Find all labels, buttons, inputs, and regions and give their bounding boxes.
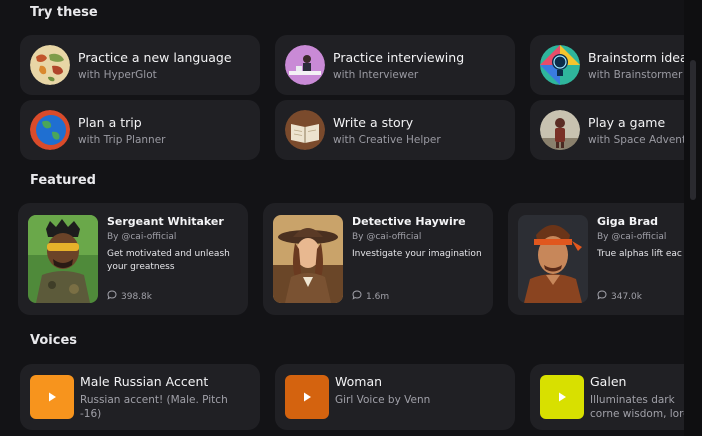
globe-icon [30,110,70,150]
featured-card-detective-haywire[interactable]: Detective Haywire By @cai-official Inves… [263,203,493,315]
chat-bubble-icon [597,290,607,303]
try-card-title: Plan a trip [78,114,142,130]
character-description: Get motivated and unleash your greatness [107,249,230,272]
voice-card-woman[interactable]: Woman Girl Voice by Venn [275,364,515,430]
section-title-voices: Voices [30,333,77,348]
try-these-row-1: Practice a new language with HyperGlot P… [20,35,684,95]
character-avatar [28,215,98,303]
character-description: True alphas lift eac [597,249,682,259]
character-author: By @cai-official [107,232,177,242]
try-card-subtitle: with HyperGlot [78,68,157,81]
interaction-count: 398.8k [107,290,152,303]
lightbulb-icon [540,45,580,85]
voice-title: Woman [335,374,383,389]
try-card-subtitle: with Space Adventure [588,133,684,146]
try-card-subtitle: with Creative Helper [333,133,441,146]
try-card-game[interactable]: Play a game with Space Adventure [530,100,684,160]
interaction-count-value: 347.0k [611,291,642,302]
voice-description: Girl Voice by Venn [335,394,431,406]
featured-card-sergeant-whitaker[interactable]: Sergeant Whitaker By @cai-official Get m… [18,203,248,315]
interaction-count: 347.0k [597,290,642,303]
voice-description: Russian accent! (Male. Pitch -16) [80,394,228,420]
interview-desk-icon [285,45,325,85]
voice-play-button[interactable] [540,375,584,419]
character-name: Giga Brad [597,215,659,228]
play-icon [49,392,56,402]
try-card-title: Practice a new language [78,49,232,65]
try-card-title: Play a game [588,114,666,130]
character-author: By @cai-official [597,232,667,242]
try-card-language[interactable]: Practice a new language with HyperGlot [20,35,260,95]
character-description: Investigate your imagination [352,249,482,259]
voices-row: Male Russian Accent Russian accent! (Mal… [20,364,684,430]
character-name: Detective Haywire [352,215,466,228]
character-name: Sergeant Whitaker [107,215,224,228]
interaction-count-value: 1.6m [366,291,390,302]
section-title-featured: Featured [30,173,96,188]
character-avatar [273,215,343,303]
play-icon [559,392,566,402]
vertical-scrollbar[interactable] [684,0,702,436]
try-card-title: Practice interviewing [333,49,465,65]
open-book-icon [285,110,325,150]
world-map-icon [30,45,70,85]
chat-bubble-icon [352,290,362,303]
voice-card-male-russian-accent[interactable]: Male Russian Accent Russian accent! (Mal… [20,364,260,430]
try-card-subtitle: with Brainstormer [588,68,683,81]
voice-title: Male Russian Accent [80,374,209,389]
try-card-subtitle: with Trip Planner [78,133,166,146]
interaction-count: 1.6m [352,290,389,303]
try-card-brainstorm[interactable]: Brainstorm ideas with Brainstormer [530,35,684,95]
voice-description: Illuminates dark corne wisdom, lore and … [590,394,684,420]
voice-play-button[interactable] [285,375,329,419]
character-author: By @cai-official [352,232,422,242]
astronaut-icon [540,110,580,150]
featured-card-giga-brad[interactable]: Giga Brad By @cai-official True alphas l… [508,203,684,315]
play-icon [304,392,311,402]
try-these-row-2: Plan a trip with Trip Planner Write a st… [20,100,684,160]
try-card-subtitle: with Interviewer [333,68,419,81]
chat-bubble-icon [107,290,117,303]
try-card-title: Write a story [333,114,414,130]
try-card-interviewing[interactable]: Practice interviewing with Interviewer [275,35,515,95]
try-card-title: Brainstorm ideas [588,49,684,65]
try-card-story[interactable]: Write a story with Creative Helper [275,100,515,160]
section-title-try-these: Try these [30,5,98,20]
scrollbar-thumb[interactable] [690,60,696,200]
home-feed: Try these Practice a new language with H… [0,0,684,436]
voice-title: Galen [590,374,627,389]
voice-card-galen[interactable]: Galen Illuminates dark corne wisdom, lor… [530,364,684,430]
interaction-count-value: 398.8k [121,291,152,302]
character-avatar [518,215,588,303]
voice-play-button[interactable] [30,375,74,419]
try-card-trip[interactable]: Plan a trip with Trip Planner [20,100,260,160]
featured-row: Sergeant Whitaker By @cai-official Get m… [18,203,684,315]
